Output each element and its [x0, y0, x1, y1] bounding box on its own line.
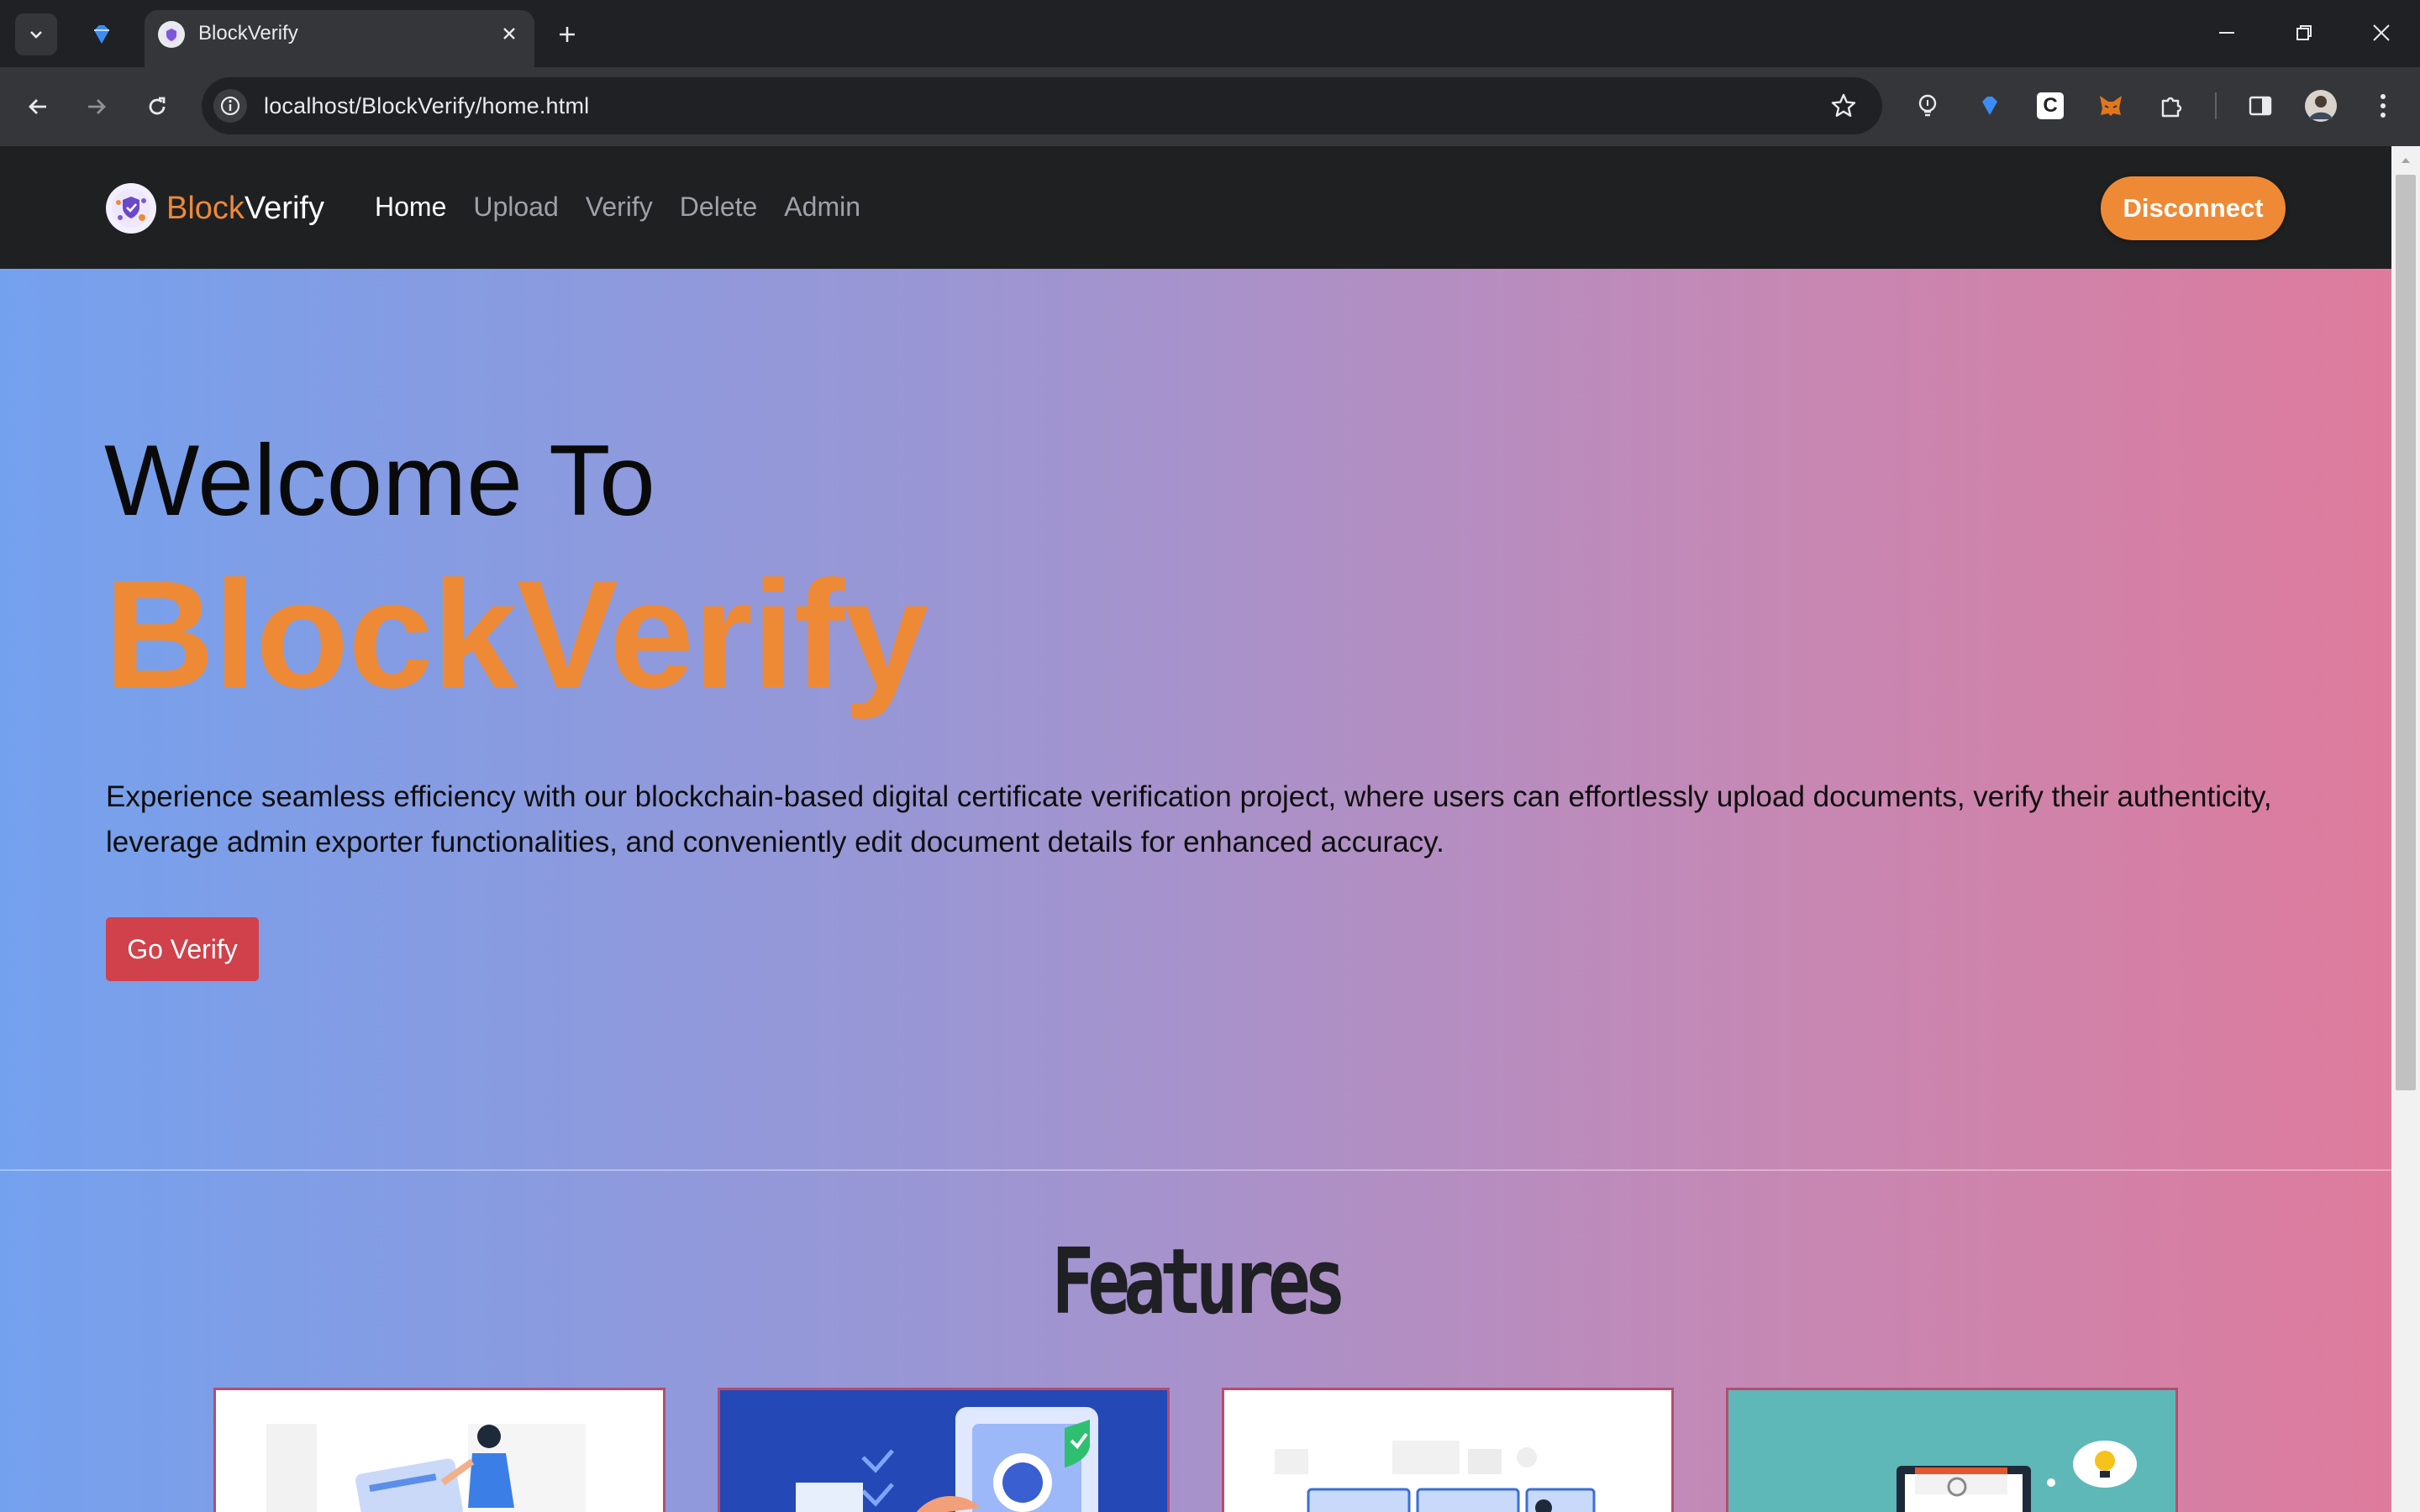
feature-verify-illustration	[796, 1407, 1098, 1512]
bulb-extension-icon[interactable]	[1909, 87, 1946, 124]
back-icon[interactable]	[18, 87, 57, 126]
side-panel-icon[interactable]	[2242, 87, 2279, 124]
reload-icon[interactable]	[138, 87, 176, 126]
diamond-extension-icon[interactable]	[1971, 87, 2008, 124]
section-divider	[0, 1169, 2391, 1171]
brand[interactable]: BlockVerify	[106, 183, 324, 234]
toolbar-divider	[2215, 92, 2217, 119]
new-tab-icon[interactable]	[548, 15, 587, 54]
feature-admin-illustration	[1897, 1441, 2137, 1512]
profile-avatar[interactable]	[2302, 87, 2339, 124]
close-window-icon[interactable]	[2356, 12, 2407, 54]
site-info-icon[interactable]	[213, 89, 247, 123]
c-extension-icon[interactable]: C	[2032, 87, 2069, 124]
feature-upload-illustration	[266, 1424, 586, 1512]
feature-card-delete[interactable]	[1222, 1388, 1674, 1512]
puzzle-extensions-icon[interactable]	[2153, 87, 2190, 124]
browser-tab-strip: BlockVerify	[0, 0, 2420, 67]
go-verify-button[interactable]: Go Verify	[106, 917, 259, 981]
site-favicon-icon	[158, 21, 185, 48]
feature-card-admin[interactable]	[1726, 1388, 2178, 1512]
brand-block-text: Block	[166, 190, 245, 226]
nav-home[interactable]: Home	[375, 192, 446, 223]
forward-icon[interactable]	[77, 87, 116, 126]
bookmark-star-icon[interactable]	[1827, 89, 1860, 123]
chevron-down-icon	[30, 31, 42, 39]
feature-card-upload[interactable]	[213, 1388, 666, 1512]
url-text[interactable]: localhost/BlockVerify/home.html	[264, 93, 589, 119]
diamond-icon	[94, 25, 109, 44]
nav-links: Home Upload Verify Delete Admin	[375, 192, 887, 223]
metamask-fox-icon[interactable]	[2092, 87, 2129, 124]
scroll-up-arrow-icon[interactable]	[2396, 151, 2415, 170]
brand-logo-icon	[106, 183, 156, 234]
feature-card-verify[interactable]	[718, 1388, 1170, 1512]
hero-welcome-heading: Welcome To	[104, 424, 655, 537]
tab-title: BlockVerify	[198, 22, 298, 45]
brand-verify-text: Verify	[244, 190, 324, 226]
scrollbar-thumb[interactable]	[2396, 175, 2416, 1090]
restore-window-icon[interactable]	[2279, 12, 2329, 54]
disconnect-button[interactable]: Disconnect	[2101, 176, 2286, 240]
tab-search-button[interactable]	[15, 13, 57, 55]
hero-description: Experience seamless efficiency with our …	[106, 780, 2272, 858]
nav-verify[interactable]: Verify	[586, 192, 653, 223]
browser-menu-icon[interactable]	[2365, 87, 2402, 124]
close-tab-icon[interactable]	[494, 18, 524, 49]
nav-delete[interactable]: Delete	[680, 192, 758, 223]
site-navbar: BlockVerify Home Upload Verify Delete Ad…	[0, 146, 2391, 269]
feature-delete-illustration	[1275, 1441, 1596, 1512]
page-viewport: BlockVerify Home Upload Verify Delete Ad…	[0, 146, 2391, 1512]
minimize-window-icon[interactable]	[2202, 12, 2252, 54]
features-heading: Features	[1051, 1230, 1346, 1335]
nav-upload[interactable]: Upload	[473, 192, 558, 223]
pinned-tab[interactable]	[81, 13, 123, 55]
c-extension-label: C	[2037, 92, 2064, 119]
nav-admin[interactable]: Admin	[784, 192, 860, 223]
hero-brand-title: BlockVerify	[104, 549, 929, 720]
